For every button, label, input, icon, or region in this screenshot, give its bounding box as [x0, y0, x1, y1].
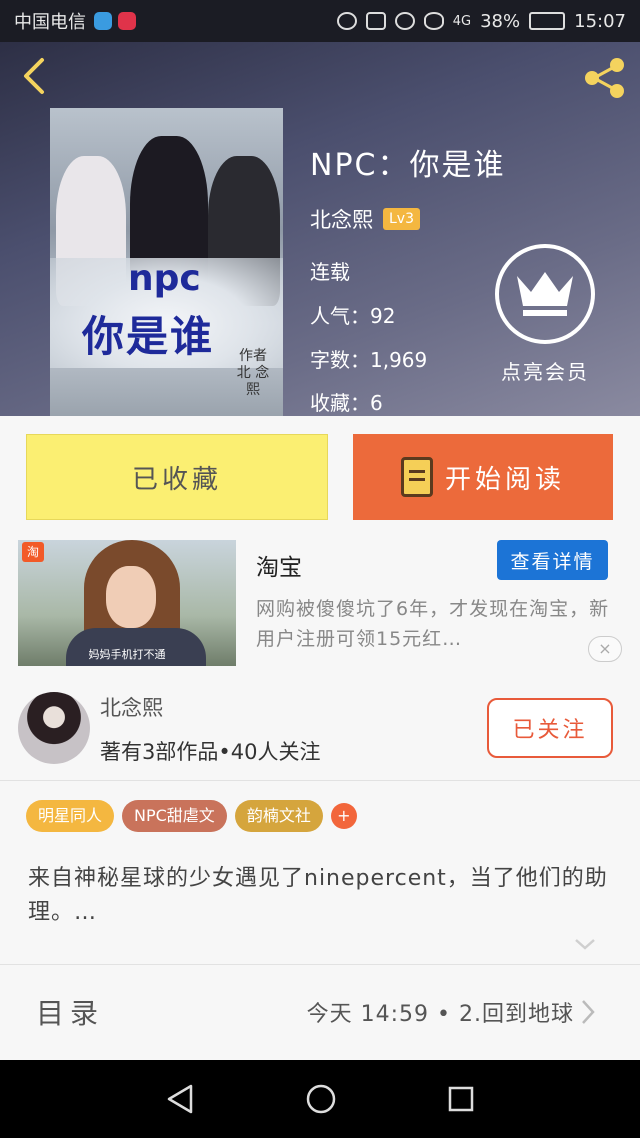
add-tag-button[interactable]: +	[330, 803, 357, 829]
tag-item[interactable]: NPC甜虐文	[122, 800, 227, 832]
level-badge: Lv3	[383, 208, 420, 230]
chevron-down-icon[interactable]	[574, 936, 596, 952]
recents-nav-icon[interactable]	[447, 1085, 475, 1113]
author-card[interactable]: 北念熙 著有3部作品•40人关注 已关注	[0, 680, 640, 780]
vip-button[interactable]: 点亮会员	[490, 244, 600, 385]
collected-button[interactable]: 已收藏	[26, 434, 328, 520]
cover-title: 你是谁	[82, 312, 215, 361]
favorite-count: 收藏：6	[310, 391, 383, 415]
system-nav-bar	[0, 1060, 640, 1138]
divider	[0, 780, 640, 781]
tag-item[interactable]: 明星同人	[26, 800, 115, 832]
app-notification-icon	[118, 12, 136, 30]
crown-icon	[495, 244, 595, 344]
content-area: 已收藏 开始阅读 淘 妈妈手机打不通 淘宝 查看详情 网购被傻傻坑了6年，才发现…	[0, 416, 640, 1060]
book-header: npc 你是谁 作者 北 念熙 NPC：你是谁 北念熙 Lv3 连载 人气：92…	[0, 42, 640, 416]
book-cover[interactable]: npc 你是谁 作者 北 念熙	[50, 108, 283, 416]
share-icon[interactable]	[580, 54, 628, 102]
toc-label: 目录	[36, 997, 105, 1030]
ad-banner[interactable]: 淘 妈妈手机打不通 淘宝 查看详情 网购被傻傻坑了6年，才发现在淘宝，新用户注册…	[0, 536, 640, 671]
serial-status: 连载	[310, 260, 350, 284]
ad-description: 网购被傻傻坑了6年，才发现在淘宝，新用户注册可领15元红…	[256, 598, 610, 650]
home-nav-icon[interactable]	[305, 1083, 337, 1115]
tag-list: 明星同人 NPC甜虐文 韵楠文社 +	[26, 800, 357, 832]
back-nav-icon[interactable]	[165, 1083, 195, 1115]
latest-chapter: 今天 14:59 • 2.回到地球	[306, 1002, 574, 1027]
battery-percent: 38%	[480, 10, 521, 32]
taobao-logo-icon: 淘	[22, 542, 44, 562]
book-icon	[400, 457, 433, 497]
ad-title: 淘宝	[256, 555, 302, 581]
battery-icon	[529, 12, 566, 30]
cover-author: 作者 北 念熙	[236, 348, 270, 398]
back-icon[interactable]	[16, 56, 56, 96]
ad-caption: 妈妈手机打不通	[88, 648, 166, 661]
chevron-right-icon	[582, 1000, 595, 1024]
hotspot-icon	[336, 12, 357, 30]
app-notification-icon	[94, 12, 112, 30]
author-name[interactable]: 北念熙	[310, 204, 373, 234]
view-details-button[interactable]: 查看详情	[497, 540, 608, 580]
vip-label: 点亮会员	[501, 360, 589, 384]
carrier-text: 中国电信	[14, 12, 86, 33]
divider	[0, 964, 640, 965]
book-title: NPC：你是谁	[310, 148, 506, 183]
eye-icon	[423, 12, 444, 30]
popularity: 人气：92	[310, 304, 396, 328]
book-summary[interactable]: 来自神秘星球的少女遇见了ninepercent，当了他们的助理。…	[28, 862, 608, 930]
alarm-icon	[394, 12, 415, 30]
clock: 15:07	[574, 10, 626, 32]
network-type: 4G	[452, 13, 472, 29]
author-card-name: 北念熙	[100, 696, 163, 720]
tag-item[interactable]: 韵楠文社	[234, 800, 323, 832]
status-bar: 中国电信 4G 38% 15:07	[0, 0, 640, 42]
author-row: 北念熙 Lv3	[310, 204, 420, 234]
ad-photo-face	[106, 566, 156, 628]
start-reading-button[interactable]: 开始阅读	[353, 434, 613, 520]
start-reading-label: 开始阅读	[444, 463, 565, 494]
author-stats: 著有3部作品•40人关注	[100, 740, 321, 764]
word-count: 字数：1,969	[310, 348, 428, 372]
avatar[interactable]	[18, 692, 90, 764]
table-of-contents-row[interactable]: 目录 今天 14:59 • 2.回到地球	[0, 976, 640, 1060]
ad-close-icon[interactable]: ×	[588, 636, 622, 662]
vibrate-icon	[365, 12, 386, 30]
cover-title-latin: npc	[128, 258, 201, 299]
followed-button[interactable]: 已关注	[487, 698, 613, 758]
ad-image[interactable]: 淘 妈妈手机打不通	[18, 540, 236, 666]
